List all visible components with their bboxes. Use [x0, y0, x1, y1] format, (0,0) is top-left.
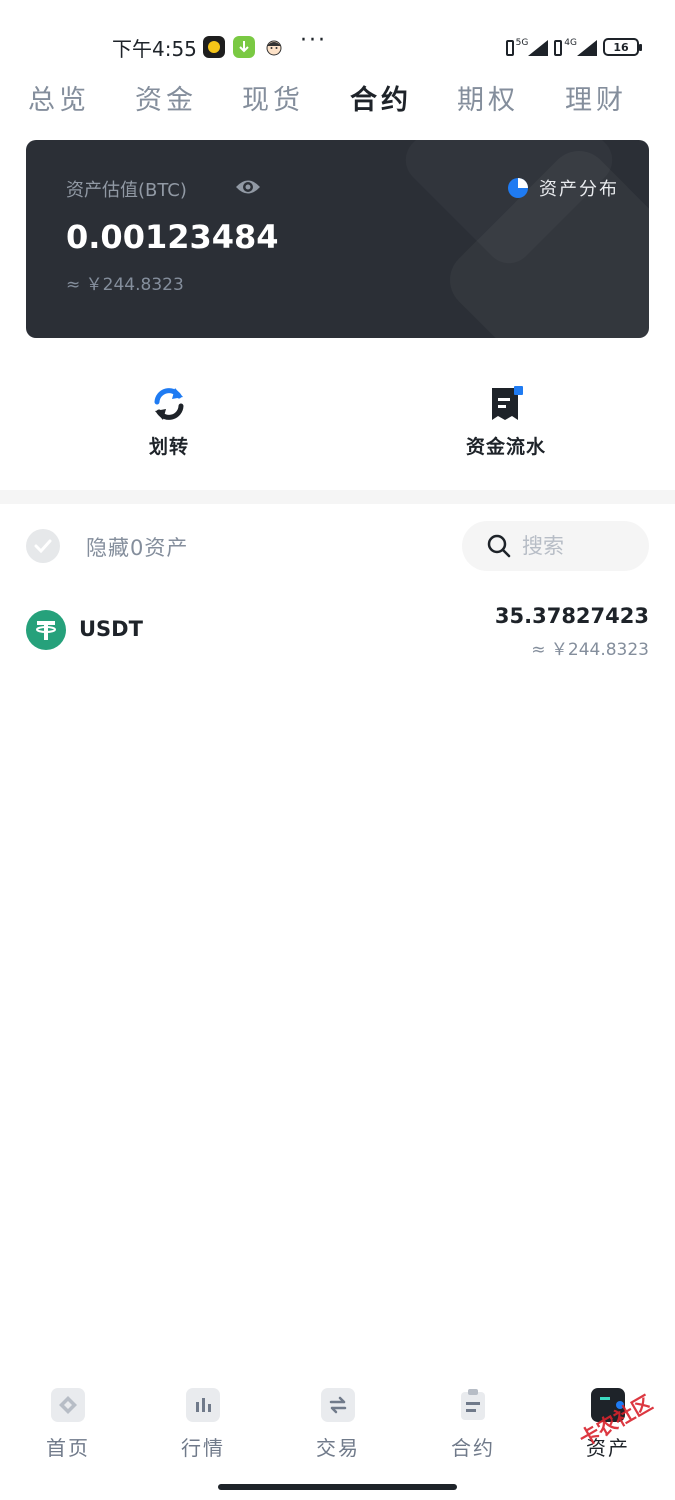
tab-futures[interactable]: 合约 — [350, 78, 412, 117]
home-icon — [51, 1388, 85, 1422]
tab-funding[interactable]: 资金 — [135, 78, 197, 117]
nav-home-label: 首页 — [46, 1436, 90, 1460]
tab-spot[interactable]: 现货 — [242, 78, 304, 117]
nav-markets[interactable]: 行情 — [158, 1388, 248, 1461]
pie-chart-icon — [508, 178, 528, 198]
search-input[interactable] — [522, 534, 632, 558]
funding-history-button[interactable]: 资金流水 — [446, 384, 566, 459]
total-asset-value: 0.00123484 — [66, 218, 279, 256]
search-icon — [487, 534, 511, 558]
more-notifications-icon: ··· — [300, 28, 327, 53]
search-box[interactable] — [462, 521, 649, 571]
asset-valuation-card: 资产估值(BTC) 资产分布 0.00123484 ≈ ￥244.8323 — [26, 140, 649, 338]
asset-tabs: 总览 资金 现货 合约 期权 理财 — [0, 78, 675, 118]
nav-trade-label: 交易 — [316, 1436, 360, 1460]
tab-options[interactable]: 期权 — [457, 78, 519, 117]
transfer-button[interactable]: 划转 — [109, 384, 229, 459]
usdt-logo-icon — [26, 610, 66, 650]
tab-overview[interactable]: 总览 — [28, 78, 90, 117]
signal-4g-icon: 4G — [554, 38, 597, 56]
checkmark-icon — [34, 539, 52, 553]
avatar-notification-icon — [263, 36, 285, 58]
asset-fiat-value: ≈ ￥244.8323 — [531, 640, 649, 660]
nav-home[interactable]: 首页 — [23, 1388, 113, 1461]
battery-icon: 16 — [603, 38, 642, 56]
nav-markets-label: 行情 — [181, 1436, 225, 1460]
futures-icon — [456, 1388, 490, 1422]
transfer-label: 划转 — [148, 436, 189, 458]
download-notification-icon — [233, 36, 255, 58]
hide-zero-label[interactable]: 隐藏0资产 — [86, 532, 188, 562]
tab-earn[interactable]: 理财 — [565, 78, 627, 117]
asset-distribution-button[interactable]: 资产分布 — [507, 175, 619, 201]
total-asset-fiat: ≈ ￥244.8323 — [66, 275, 184, 295]
section-divider — [0, 490, 675, 504]
nav-futures-label: 合约 — [451, 1436, 495, 1460]
status-right: 5G 4G 16 — [505, 36, 642, 58]
transfer-icon — [154, 388, 184, 420]
asset-row[interactable]: USDT 35.37827423 ≈ ￥244.8323 — [0, 596, 675, 666]
app-notification-icon — [203, 36, 225, 58]
asset-symbol: USDT — [79, 617, 143, 641]
receipt-icon — [492, 386, 523, 420]
nav-trade[interactable]: 交易 — [293, 1388, 383, 1461]
home-indicator[interactable] — [218, 1484, 457, 1490]
funding-history-label: 资金流水 — [465, 436, 546, 458]
eye-icon[interactable] — [234, 176, 262, 202]
nav-futures[interactable]: 合约 — [428, 1388, 518, 1461]
status-time: 下午4:55 — [112, 37, 197, 61]
signal-5g-icon: 5G — [505, 38, 549, 56]
asset-amount: 35.37827423 — [494, 604, 649, 628]
asset-valuation-label: 资产估值(BTC) — [66, 180, 187, 201]
trade-icon — [321, 1388, 355, 1422]
status-bar: 下午4:55 ··· 5G 4G 16 — [0, 0, 675, 80]
markets-icon — [186, 1388, 220, 1422]
hide-zero-checkbox[interactable] — [26, 529, 60, 563]
asset-distribution-label: 资产分布 — [539, 179, 619, 200]
